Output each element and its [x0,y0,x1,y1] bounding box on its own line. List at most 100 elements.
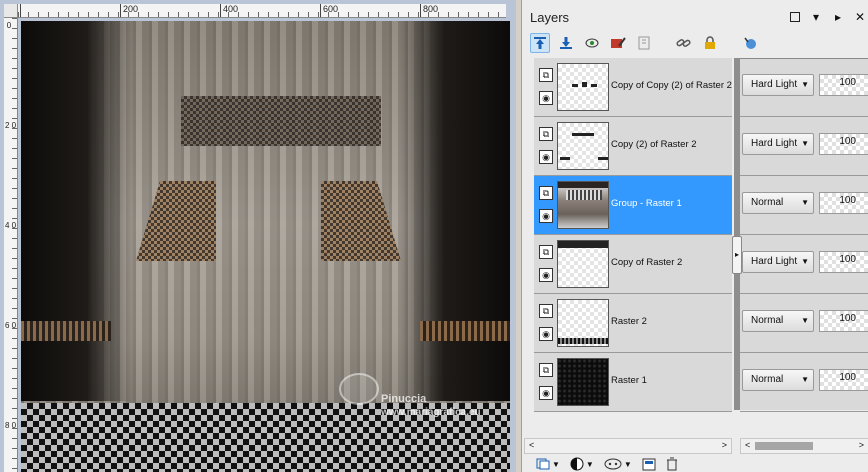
new-layer-icon[interactable]: ▼ [536,458,560,470]
opacity-field[interactable]: 100 [819,310,868,332]
delete-layer-icon[interactable] [666,457,678,471]
group-icon[interactable] [642,457,656,471]
chevron-down-icon: ▼ [801,139,809,148]
lock-transparency-icon[interactable] [634,33,654,53]
layer-type-icon[interactable]: ⧉ [539,68,553,82]
vruler-label-0: 0 [6,21,12,30]
ruler-label-600: 600 [323,4,339,14]
layer-row[interactable]: ⧉ ◉ Copy (2) of Raster 2 [534,117,732,176]
blend-mode-value: Hard Light [751,138,798,149]
mask-icon[interactable]: ▼ [604,458,632,470]
ruler-corner [4,4,18,18]
opacity-value: 100 [839,195,856,206]
eye-icon[interactable]: ◉ [539,209,553,223]
close-icon[interactable]: ✕ [854,10,866,24]
layer-row[interactable]: ⧉ ◉ Raster 2 [534,294,732,353]
image-band-right [420,321,510,341]
blend-mode-dropdown[interactable]: Hard Light ▼ [742,133,814,155]
lock-icon[interactable] [700,33,720,53]
ruler-label-400: 400 [223,4,239,14]
layer-properties-row: Normal ▼ 100 [740,176,868,235]
eye-icon[interactable]: ◉ [539,327,553,341]
layer-name[interactable]: Copy (2) of Raster 2 [611,139,697,150]
reset-icon[interactable] [740,33,760,53]
restore-icon[interactable] [790,12,800,22]
layers-panel: Layers ▾ ▸ ✕ ⧉ ◉ Copy of Copy (2) of Ras… [521,0,868,472]
image-top-bar [181,96,381,146]
layers-toolbar [530,32,760,54]
visibility-toggle-icon[interactable] [582,33,602,53]
scroll-right-icon[interactable]: > [859,440,864,450]
move-layer-down-icon[interactable] [556,33,576,53]
opacity-field[interactable]: 100 [819,74,868,96]
ruler-label-800: 800 [423,4,439,14]
layer-row[interactable]: ⧉ ◉ Raster 1 [534,353,732,412]
blend-mode-dropdown[interactable]: Normal ▼ [742,369,814,391]
scroll-left-icon[interactable]: < [529,440,534,450]
layer-properties-row: Hard Light ▼ 100 [740,235,868,294]
layer-type-icon[interactable]: ⧉ [539,127,553,141]
chevron-down-icon: ▼ [801,257,809,266]
eye-icon[interactable]: ◉ [539,150,553,164]
layer-name[interactable]: Raster 1 [611,375,647,386]
move-layer-up-icon[interactable] [530,33,550,53]
blend-mode-dropdown[interactable]: Normal ▼ [742,310,814,332]
layer-thumbnail [557,299,609,347]
layer-row[interactable]: ⧉ ◉ Copy of Raster 2 [534,235,732,294]
scroll-right-icon[interactable]: > [722,440,727,450]
image-canvas[interactable]: Pinuccia www.mariagrafica.eu [21,21,510,472]
scroll-left-icon[interactable]: < [745,440,750,450]
watermark-url: www.mariagrafica.eu [381,407,481,418]
properties-scrollbar[interactable]: < > [740,438,868,454]
blend-mode-value: Hard Light [751,256,798,267]
opacity-field[interactable]: 100 [819,133,868,155]
ruler-label-200: 200 [123,4,139,14]
adjustment-layer-icon[interactable]: ▼ [570,457,594,471]
eye-icon[interactable]: ◉ [539,268,553,282]
layer-thumbnail [557,240,609,288]
canvas-area[interactable]: 200 400 600 800 0 2 0 0 4 0 0 6 0 0 8 0 … [0,0,516,472]
eye-icon[interactable]: ◉ [539,91,553,105]
panel-title: Layers [530,10,570,25]
layer-type-icon[interactable]: ⧉ [539,186,553,200]
blend-mode-value: Normal [751,315,784,326]
vruler-label-600: 6 0 0 [5,321,16,330]
blend-mode-value: Hard Light [751,79,798,90]
image-band-left [21,321,111,341]
blend-mode-dropdown[interactable]: Hard Light ▼ [742,251,814,273]
opacity-field[interactable]: 100 [819,369,868,391]
blend-mode-value: Normal [751,197,784,208]
eye-icon[interactable]: ◉ [539,386,553,400]
layer-name[interactable]: Raster 2 [611,316,647,327]
opacity-field[interactable]: 100 [819,251,868,273]
layers-list-scrollbar[interactable]: < > [524,438,732,454]
scrollbar-thumb[interactable] [755,442,813,450]
opacity-field[interactable]: 100 [819,192,868,214]
vruler-label-800: 8 0 0 [5,421,16,430]
chevron-down-icon: ▼ [801,316,809,325]
opacity-value: 100 [839,77,856,88]
horizontal-ruler: 200 400 600 800 [18,4,506,18]
layer-type-icon[interactable]: ⧉ [539,304,553,318]
opacity-value: 100 [839,254,856,265]
blend-mode-dropdown[interactable]: Normal ▼ [742,192,814,214]
watermark-name: Pinuccia [381,393,427,405]
layer-row[interactable]: ⧉ ◉ Copy of Copy (2) of Raster 2 [534,58,732,117]
menu-down-icon[interactable]: ▾ [810,10,822,24]
pin-icon[interactable]: ▸ [832,10,844,24]
layer-type-icon[interactable]: ⧉ [539,363,553,377]
blend-mode-dropdown[interactable]: Hard Light ▼ [742,74,814,96]
layer-properties-row: Hard Light ▼ 100 [740,58,868,117]
layer-name[interactable]: Group - Raster 1 [611,198,682,209]
link-icon[interactable] [674,33,694,53]
layer-thumbnail [557,358,609,406]
layer-type-icon[interactable]: ⧉ [539,245,553,259]
edit-icon[interactable] [608,33,628,53]
layer-row[interactable]: ⧉ ◉ Group - Raster 1 [534,176,732,235]
layers-bottom-toolbar: ▼ ▼ ▼ [522,456,868,472]
layer-name[interactable]: Copy of Raster 2 [611,257,682,268]
layer-name[interactable]: Copy of Copy (2) of Raster 2 [611,80,732,91]
layer-properties-row: Normal ▼ 100 [740,353,868,412]
opacity-value: 100 [839,313,856,324]
chevron-down-icon: ▼ [801,80,809,89]
